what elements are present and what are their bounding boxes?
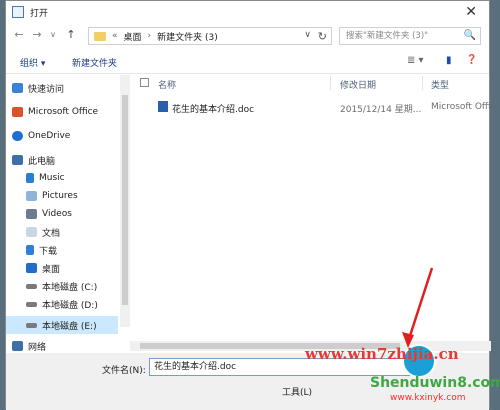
scrollbar-thumb[interactable] [122, 95, 128, 305]
address-bar[interactable]: « 桌面 › 新建文件夹 (3) ∨ ↻ [88, 27, 332, 45]
sidebar-item-label: Microsoft Office [28, 107, 99, 117]
sidebar-item-network[interactable]: 网络 [12, 338, 46, 354]
help-icon[interactable]: ❓ [466, 55, 477, 65]
file-type: Microsoft Office [431, 102, 491, 112]
address-dropdown-icon[interactable]: ∨ [304, 30, 311, 40]
column-divider[interactable] [330, 76, 331, 90]
sidebar-item-label: OneDrive [28, 131, 71, 141]
sidebar-item-desktop[interactable]: 桌面 [26, 260, 60, 276]
sidebar-item-label: Pictures [42, 191, 78, 201]
breadcrumb-root[interactable]: « [112, 31, 118, 41]
breadcrumb-folder[interactable]: 新建文件夹 (3) [157, 30, 218, 43]
network-icon [12, 341, 23, 351]
dialog-app-icon [12, 6, 24, 18]
filename-label: 文件名(N): [102, 366, 146, 376]
tools-button[interactable]: 工具(L) [282, 385, 312, 398]
word-doc-icon [158, 101, 168, 112]
back-icon[interactable]: ← [12, 28, 26, 41]
sidebar-item-label: 此电脑 [28, 156, 56, 167]
navigation-pane: 快速访问 Microsoft Office OneDrive 此电脑 Music… [6, 75, 118, 353]
folder-icon [94, 31, 106, 41]
breadcrumb-desktop[interactable]: 桌面 [124, 30, 142, 43]
sidebar-item-label: 本地磁盘 (C:) [42, 282, 98, 293]
sidebar-item-label: 文档 [42, 228, 61, 239]
star-icon [12, 83, 23, 93]
drive-icon [26, 301, 37, 307]
documents-icon [26, 227, 37, 237]
close-button[interactable]: ✕ [465, 4, 477, 20]
sidebar-item-label: 网络 [28, 342, 47, 353]
sidebar-item-label: 快速访问 [28, 84, 65, 95]
refresh-icon[interactable]: ↻ [318, 30, 327, 43]
sidebar-item-label: 本地磁盘 (E:) [42, 321, 97, 332]
column-divider[interactable] [422, 76, 423, 90]
new-folder-button[interactable]: 新建文件夹 [72, 56, 117, 69]
sidebar-item-label: 下载 [39, 246, 58, 257]
sidebar-item-drive-c[interactable]: 本地磁盘 (C:) [26, 278, 97, 294]
sidebar-item-label: Music [39, 173, 65, 183]
download-icon [26, 245, 34, 255]
sidebar-scrollbar[interactable] [120, 75, 130, 327]
watermark-text-3: www.kxinyk.com [390, 393, 466, 403]
file-name: 花生的基本介绍.doc [172, 105, 255, 115]
search-placeholder: 搜索"新建文件夹 (3)" [346, 31, 429, 41]
sidebar-item-label: 桌面 [42, 264, 61, 275]
command-toolbar: 组织 ▾ 新建文件夹 ≣ ▾ ▮ ❓ [6, 51, 489, 74]
videos-icon [26, 209, 37, 219]
up-icon[interactable]: ↑ [64, 28, 78, 41]
sidebar-item-documents[interactable]: 文档 [26, 224, 60, 240]
sidebar-item-downloads[interactable]: 下载 [26, 242, 57, 258]
breadcrumb-sep: › [147, 31, 152, 41]
sidebar-item-label: Videos [42, 209, 72, 219]
drive-icon [26, 283, 37, 289]
sidebar-item-music[interactable]: Music [26, 170, 65, 186]
pictures-icon [26, 191, 37, 201]
file-modified: 2015/12/14 星期... [340, 105, 422, 115]
preview-pane-icon[interactable]: ▮ [446, 55, 452, 66]
file-list: ^ 名称 修改日期 类型 花生的基本介绍.doc 2015/12/14 星期..… [130, 75, 491, 341]
sort-indicator-icon: ^ [230, 75, 237, 80]
view-options-icon[interactable]: ≣ ▾ [407, 55, 424, 66]
organize-button[interactable]: 组织 ▾ [20, 56, 45, 69]
cloud-icon [12, 131, 23, 141]
sidebar-item-drive-e[interactable]: 本地磁盘 (E:) [6, 316, 118, 334]
desktop-icon [26, 263, 37, 273]
forward-icon[interactable]: → [30, 28, 44, 41]
watermark-text-2: Shenduwin8.com [370, 375, 500, 391]
search-input[interactable]: 搜索"新建文件夹 (3)" 🔍 [339, 27, 481, 45]
watermark-text-1: www.win7zhijia.cn [305, 345, 459, 363]
column-type[interactable]: 类型 [431, 78, 449, 91]
sidebar-item-this-pc[interactable]: 此电脑 [12, 152, 55, 168]
sidebar-item-onedrive[interactable]: OneDrive [12, 128, 70, 144]
select-all-checkbox[interactable] [140, 78, 149, 87]
list-item[interactable]: 花生的基本介绍.doc 2015/12/14 星期... Microsoft O… [130, 101, 491, 117]
drive-icon [26, 322, 37, 328]
navigation-bar: ← → ∨ ↑ « 桌面 › 新建文件夹 (3) ∨ ↻ 搜索"新建文件夹 (3… [6, 25, 489, 47]
column-header-row: ^ 名称 修改日期 类型 [130, 75, 491, 91]
music-icon [26, 173, 34, 183]
sidebar-item-quick-access[interactable]: 快速访问 [12, 80, 64, 96]
history-dropdown-icon[interactable]: ∨ [46, 30, 60, 39]
column-modified[interactable]: 修改日期 [340, 78, 376, 91]
search-icon[interactable]: 🔍 [464, 28, 476, 44]
sidebar-item-label: 本地磁盘 (D:) [42, 300, 98, 311]
office-icon [12, 107, 23, 117]
sidebar-item-office[interactable]: Microsoft Office [12, 104, 98, 120]
sidebar-item-videos[interactable]: Videos [26, 206, 72, 222]
column-name[interactable]: 名称 [158, 78, 176, 91]
title-bar: 打开 ✕ [6, 1, 489, 23]
sidebar-item-drive-d[interactable]: 本地磁盘 (D:) [26, 296, 98, 312]
pc-icon [12, 155, 23, 165]
dialog-title: 打开 [30, 8, 49, 19]
sidebar-item-pictures[interactable]: Pictures [26, 188, 78, 204]
